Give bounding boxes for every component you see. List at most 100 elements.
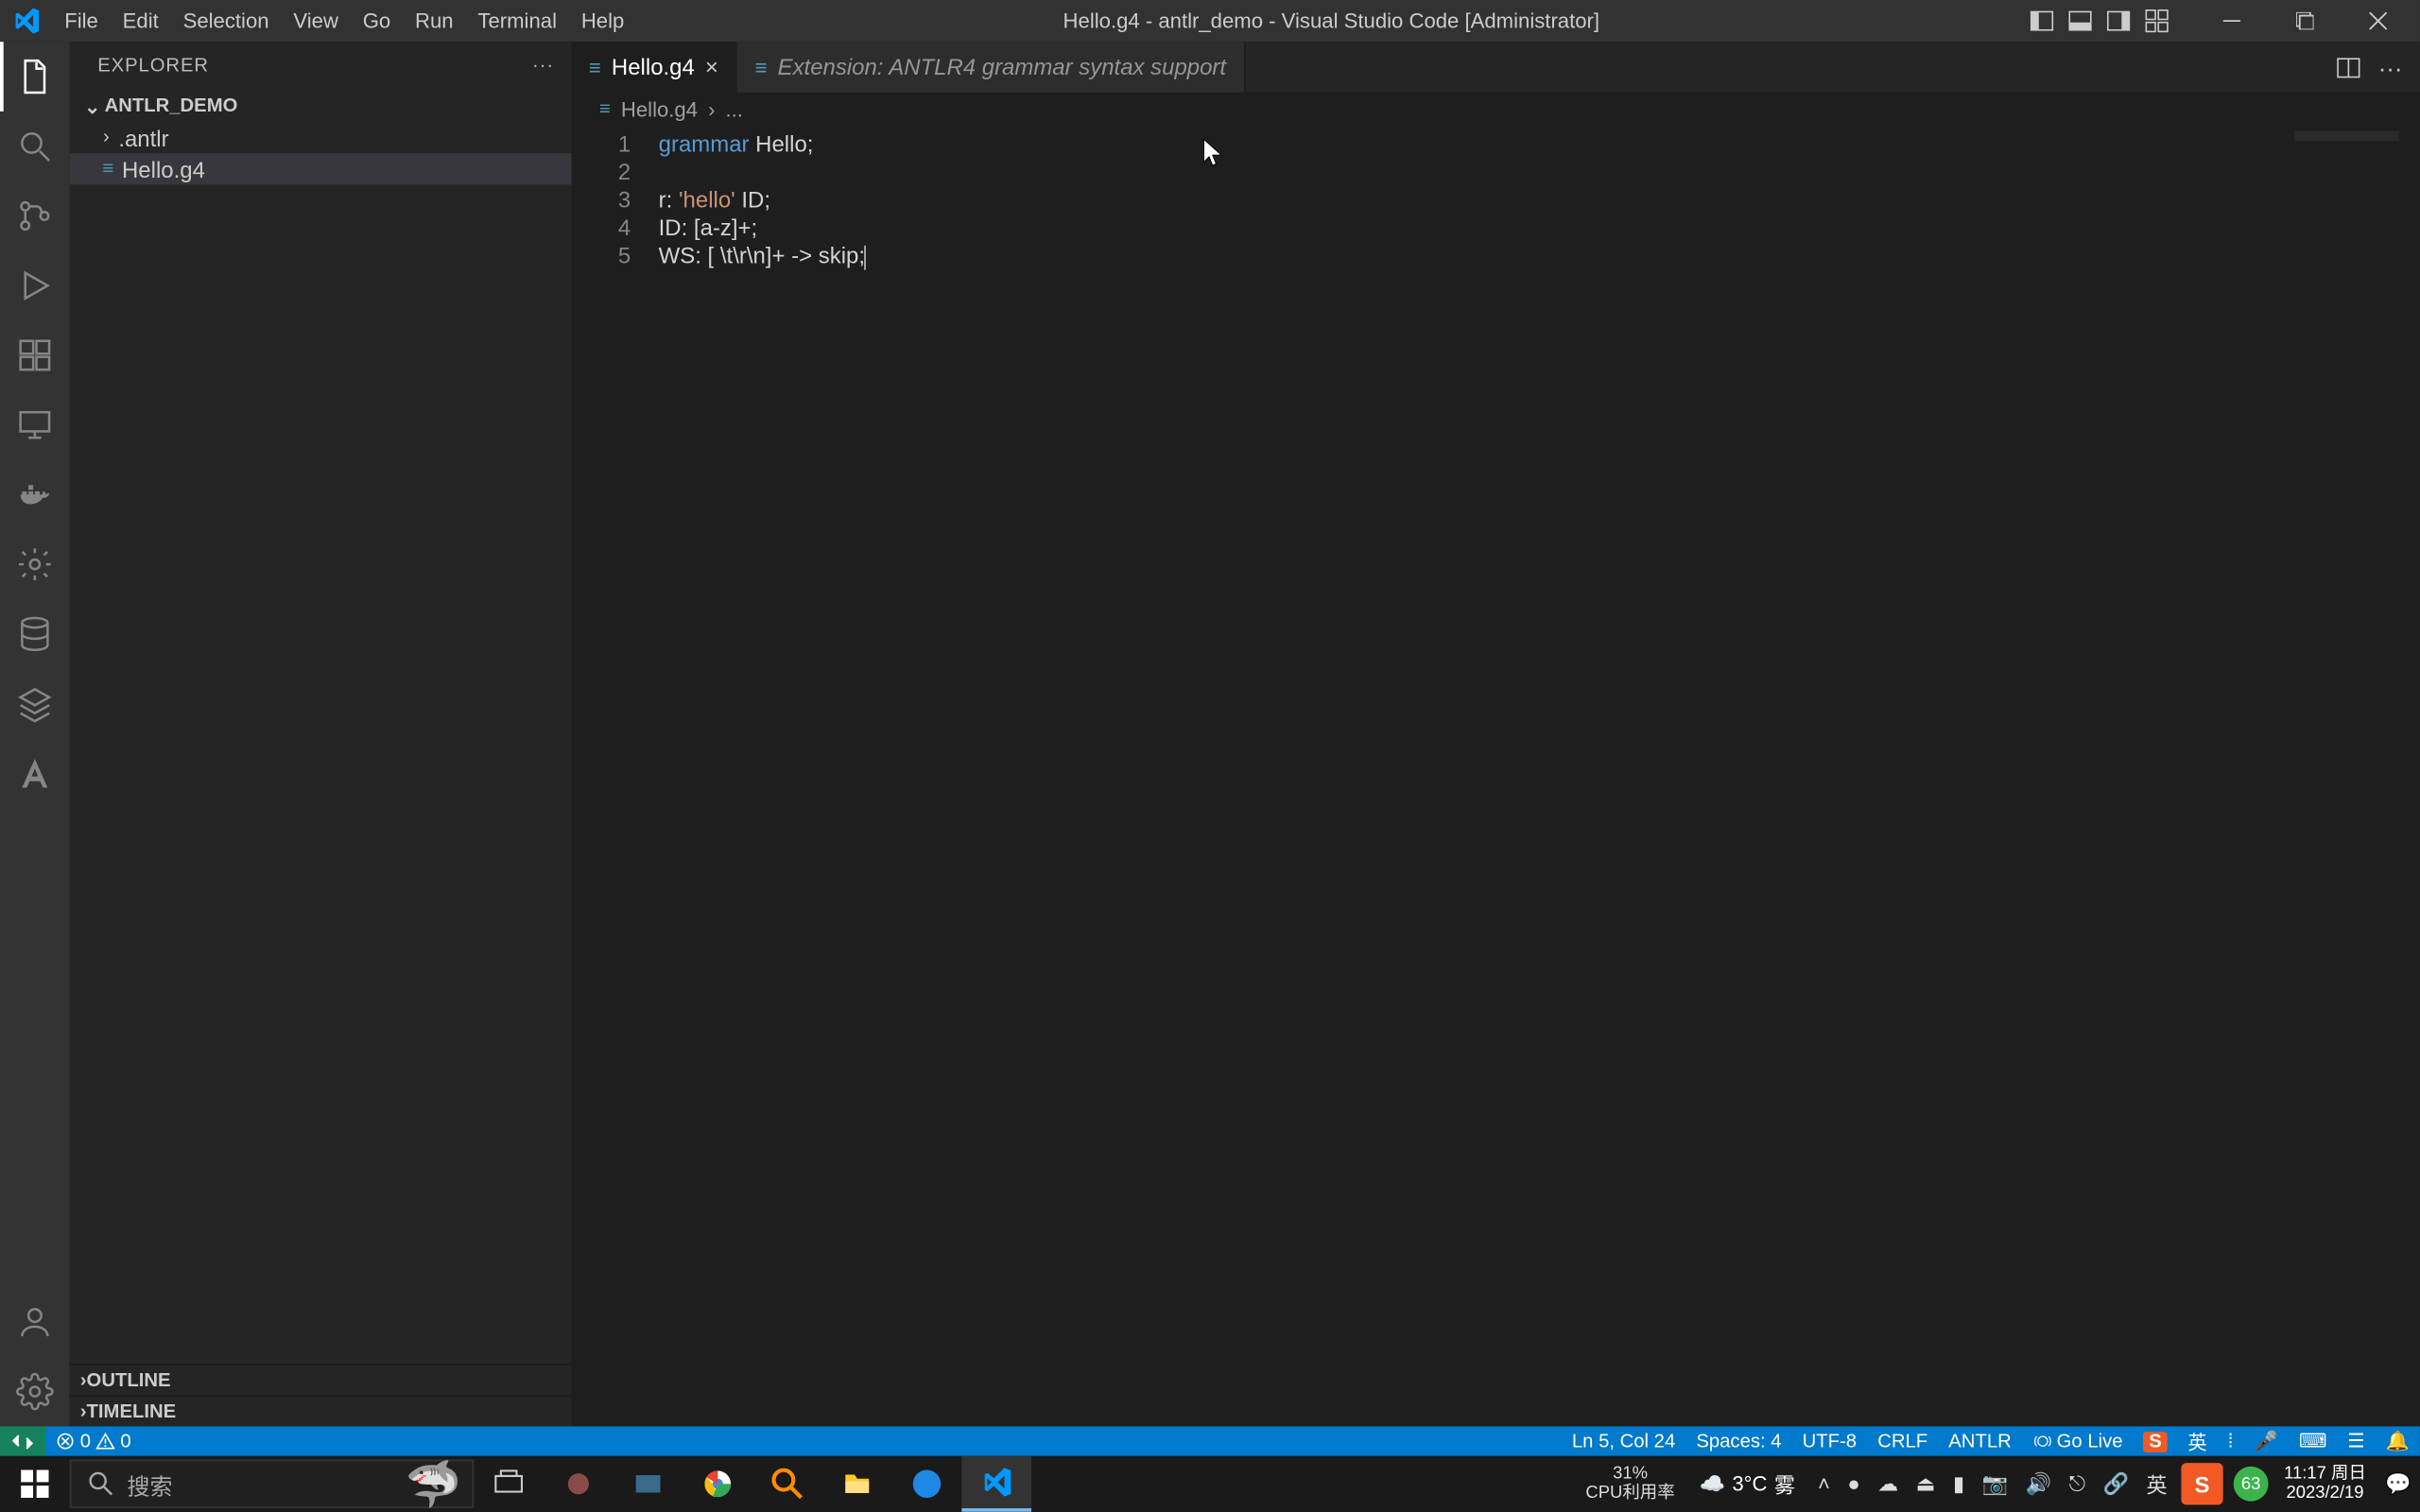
split-editor-icon[interactable]	[2336, 55, 2360, 79]
file-icon: ≡	[599, 99, 611, 120]
remote-indicator[interactable]	[0, 1426, 45, 1455]
menu-terminal[interactable]: Terminal	[466, 9, 569, 33]
outline-section[interactable]: › OUTLINE	[70, 1364, 572, 1395]
taskbar-app-recorder[interactable]	[544, 1456, 614, 1512]
tray-ime-text[interactable]: 英	[2137, 1456, 2176, 1512]
maximize-button[interactable]	[2270, 0, 2340, 42]
eol[interactable]: CRLF	[1867, 1431, 1938, 1452]
cpu-meter[interactable]: 31% CPU利用率	[1575, 1465, 1685, 1503]
run-debug-icon[interactable]	[0, 250, 70, 320]
accounts-icon[interactable]	[0, 1287, 70, 1357]
menu-bar: File Edit Selection View Go Run Terminal…	[52, 9, 636, 33]
menu-edit[interactable]: Edit	[111, 9, 171, 33]
start-button[interactable]	[0, 1456, 70, 1512]
tray-network-icon[interactable]: 🔗	[2094, 1456, 2137, 1512]
taskbar-search[interactable]: 搜索 🦈	[70, 1459, 475, 1508]
weather-widget[interactable]: ☁️ 3°C 雾	[1685, 1469, 1809, 1499]
taskbar-app-explorer[interactable]	[822, 1456, 892, 1512]
sogou-ime-icon[interactable]: S	[2181, 1463, 2222, 1504]
customize-layout-icon[interactable]	[2141, 6, 2172, 37]
tab-extension-antlr[interactable]: ≡ Extension: ANTLR4 grammar syntax suppo…	[737, 42, 1245, 92]
action-center-icon[interactable]: 💬	[2377, 1456, 2420, 1512]
toggle-secondary-sidebar-icon[interactable]	[2103, 6, 2135, 37]
code-content[interactable]: grammar Hello;r: 'hello' ID;ID: [a-z]+;W…	[659, 128, 2420, 1427]
database-icon[interactable]	[0, 599, 70, 669]
tree-file-hello-g4[interactable]: ≡ Hello.g4	[70, 153, 572, 184]
sidebar-more-icon[interactable]: ···	[532, 56, 554, 77]
tray-icon-camera[interactable]: 📷	[1973, 1456, 2016, 1512]
close-button[interactable]	[2343, 0, 2413, 42]
search-icon[interactable]	[0, 112, 70, 181]
file-icon: ≡	[589, 55, 601, 79]
toggle-primary-sidebar-icon[interactable]	[2026, 6, 2057, 37]
explorer-sidebar: EXPLORER ··· ⌄ ANTLR_DEMO › .antlr ≡ Hel…	[70, 42, 572, 1426]
status-icon-2[interactable]: ☰	[2337, 1430, 2375, 1452]
window-title: Hello.g4 - antlr_demo - Visual Studio Co…	[636, 9, 2026, 33]
more-actions-icon[interactable]: ···	[2378, 53, 2403, 80]
taskbar-app-chrome[interactable]	[683, 1456, 752, 1512]
menu-run[interactable]: Run	[403, 9, 465, 33]
layers-icon[interactable]	[0, 669, 70, 739]
notifications-icon[interactable]: 🔔	[2376, 1430, 2420, 1452]
file-icon: ≡	[755, 55, 768, 79]
explorer-icon[interactable]	[0, 42, 70, 112]
chevron-down-icon: ⌄	[80, 94, 105, 117]
manage-gear-icon[interactable]	[0, 1357, 70, 1427]
tree-folder-antlr[interactable]: › .antlr	[70, 122, 572, 153]
taskbar-app-generic[interactable]	[614, 1456, 683, 1512]
extensions-icon[interactable]	[0, 320, 70, 390]
search-icon	[89, 1471, 113, 1496]
antlr-icon[interactable]	[0, 738, 70, 808]
taskbar-clock[interactable]: 11:17 周日 2023/2/19	[2273, 1465, 2377, 1503]
tray-icon-usb[interactable]: ⏏	[1907, 1456, 1944, 1512]
encoding[interactable]: UTF-8	[1792, 1431, 1868, 1452]
status-bar: 0 0 Ln 5, Col 24 Spaces: 4 UTF-8 CRLF AN…	[0, 1426, 2420, 1455]
editor-tabs: ≡ Hello.g4 × ≡ Extension: ANTLR4 grammar…	[572, 42, 2420, 92]
tray-icon-2[interactable]: ⎋	[2060, 1456, 2094, 1512]
cursor-position[interactable]: Ln 5, Col 24	[1562, 1431, 1685, 1452]
taskbar-app-vscode[interactable]	[961, 1456, 1031, 1512]
tray-icon-battery[interactable]: ▮	[1945, 1456, 1974, 1512]
ime-lang-status[interactable]: 英	[2177, 1427, 2217, 1454]
docker-icon[interactable]	[0, 460, 70, 530]
source-control-icon[interactable]	[0, 181, 70, 251]
remote-explorer-icon[interactable]	[0, 390, 70, 460]
close-tab-icon[interactable]: ×	[705, 54, 718, 80]
tab-hello-g4[interactable]: ≡ Hello.g4 ×	[572, 42, 738, 92]
windows-taskbar: 搜索 🦈 31% CPU利用率 ☁️ 3°C 雾 ˄ ● ☁	[0, 1456, 2420, 1512]
status-mic-icon[interactable]: 🎤	[2243, 1430, 2288, 1452]
menu-file[interactable]: File	[52, 9, 110, 33]
tray-chevron-icon[interactable]: ˄	[1809, 1456, 1839, 1512]
tray-badge-63[interactable]: 63	[2234, 1467, 2269, 1502]
status-keyboard-icon[interactable]: ⌨	[2289, 1430, 2337, 1452]
menu-go[interactable]: Go	[351, 9, 403, 33]
menu-help[interactable]: Help	[569, 9, 636, 33]
breadcrumb-sep: ›	[708, 97, 715, 122]
minimap[interactable]	[2294, 130, 2399, 141]
chevron-right-icon: ›	[80, 1401, 87, 1422]
toggle-panel-icon[interactable]	[2065, 6, 2096, 37]
menu-selection[interactable]: Selection	[171, 9, 282, 33]
tray-volume-icon[interactable]: 🔊	[2016, 1456, 2060, 1512]
problems-errors[interactable]: 0 0	[45, 1431, 142, 1452]
status-icon-1[interactable]: ⁞	[2218, 1431, 2244, 1452]
sogou-status-icon[interactable]: S	[2134, 1431, 2178, 1452]
minimize-button[interactable]	[2197, 0, 2267, 42]
sidebar-header: EXPLORER ···	[70, 42, 572, 91]
go-live[interactable]: Go Live	[2022, 1431, 2134, 1452]
timeline-section[interactable]: › TIMELINE	[70, 1395, 572, 1426]
activity-bar	[0, 42, 70, 1426]
breadcrumb[interactable]: ≡ Hello.g4 › ...	[572, 93, 2420, 128]
folder-header[interactable]: ⌄ ANTLR_DEMO	[70, 91, 572, 122]
indentation[interactable]: Spaces: 4	[1685, 1431, 1791, 1452]
language-mode[interactable]: ANTLR	[1938, 1431, 2022, 1452]
settings-gear-icon[interactable]	[0, 529, 70, 599]
chevron-right-icon: ›	[95, 128, 119, 148]
taskbar-app-everything[interactable]	[752, 1456, 822, 1512]
code-editor[interactable]: 12345 grammar Hello;r: 'hello' ID;ID: [a…	[572, 128, 2420, 1427]
menu-view[interactable]: View	[281, 9, 350, 33]
task-view-icon[interactable]	[474, 1456, 544, 1512]
taskbar-app-blue[interactable]	[892, 1456, 962, 1512]
tray-icon-1[interactable]: ●	[1839, 1456, 1869, 1512]
tray-icon-cloud[interactable]: ☁	[1869, 1456, 1908, 1512]
